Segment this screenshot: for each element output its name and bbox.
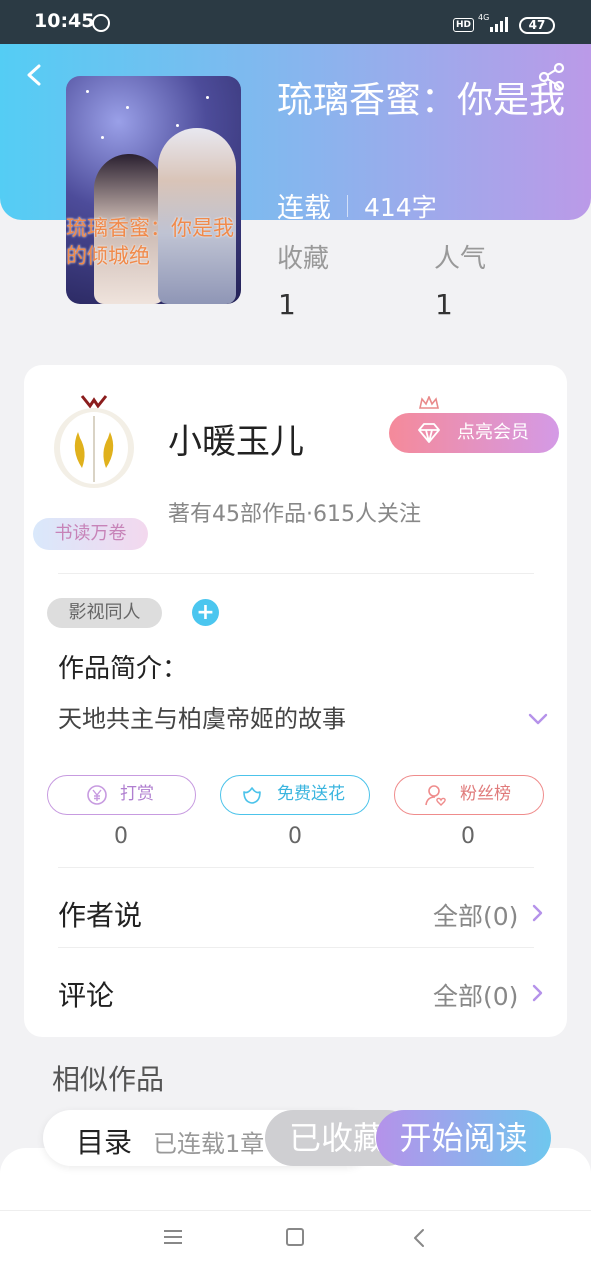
flower-icon bbox=[243, 787, 261, 804]
comments-label[interactable]: 评论 bbox=[58, 974, 114, 1014]
author-name[interactable]: 小暖玉儿 bbox=[168, 414, 304, 463]
diamond-icon bbox=[418, 423, 440, 443]
fan-count: 0 bbox=[461, 824, 475, 849]
network-type: 4G bbox=[478, 13, 490, 22]
similar-works-title: 相似作品 bbox=[52, 1063, 165, 1096]
author-says-all[interactable]: 全部(0) bbox=[433, 897, 518, 933]
favorites-value: 1 bbox=[278, 288, 296, 321]
fan-ranking-button[interactable]: 粉丝榜 bbox=[394, 775, 544, 815]
intro-label: 作品简介： bbox=[58, 654, 189, 684]
genre-tag[interactable]: 影视同人 bbox=[47, 598, 162, 628]
toc-progress: 已连载1章 bbox=[153, 1130, 265, 1158]
author-says-label[interactable]: 作者说 bbox=[58, 894, 142, 934]
battery-indicator: 47 bbox=[519, 17, 555, 34]
alarm-icon bbox=[92, 14, 110, 32]
back-arrow-icon[interactable] bbox=[24, 64, 46, 86]
send-flower-label: 免费送花 bbox=[277, 784, 345, 804]
yuan-coin-icon bbox=[87, 785, 107, 805]
vip-button-label: 点亮会员 bbox=[457, 422, 529, 443]
favorites-label: 收藏 bbox=[277, 244, 330, 274]
book-meta: 连载 414字 bbox=[277, 186, 437, 225]
chevron-right-icon[interactable] bbox=[530, 983, 544, 1003]
serial-status: 连载 bbox=[277, 193, 331, 224]
chevron-right-icon[interactable] bbox=[530, 903, 544, 923]
home-icon[interactable] bbox=[286, 1228, 304, 1246]
cover-title-text: 琉璃香蜜：你是我的倾城绝 bbox=[66, 216, 234, 268]
word-count: 414字 bbox=[364, 192, 437, 222]
chevron-down-icon[interactable] bbox=[528, 712, 548, 726]
comments-all[interactable]: 全部(0) bbox=[433, 977, 518, 1013]
flower-count: 0 bbox=[288, 824, 302, 849]
popularity-label: 人气 bbox=[434, 244, 487, 274]
intro-text: 天地共主与柏虞帝姬的故事 bbox=[58, 705, 346, 733]
toc-label[interactable]: 目录 bbox=[76, 1121, 132, 1161]
book-cover[interactable]: 琉璃香蜜：你是我的倾城绝 bbox=[66, 76, 241, 304]
menu-icon[interactable] bbox=[164, 1229, 182, 1245]
divider bbox=[58, 867, 534, 868]
popularity-value: 1 bbox=[435, 288, 453, 321]
author-avatar[interactable] bbox=[52, 392, 136, 492]
status-time: 10:45 bbox=[34, 10, 95, 32]
start-reading-button[interactable]: 开始阅读 bbox=[376, 1110, 551, 1166]
nav-back-icon[interactable] bbox=[412, 1228, 426, 1248]
send-flower-button[interactable]: 免费送花 bbox=[220, 775, 370, 815]
tip-count: 0 bbox=[114, 824, 128, 849]
divider bbox=[58, 947, 534, 948]
meta-divider bbox=[347, 194, 348, 217]
signal-icon bbox=[490, 16, 510, 32]
tip-button[interactable]: 打赏 bbox=[47, 775, 196, 815]
activate-vip-button[interactable]: 点亮会员 bbox=[389, 396, 559, 453]
crown-icon bbox=[419, 396, 439, 409]
tip-label: 打赏 bbox=[120, 784, 154, 804]
divider bbox=[58, 573, 534, 574]
book-title: 琉璃香蜜：你是我的倾… bbox=[277, 80, 567, 121]
status-bar: 10:45 HD 4G 47 bbox=[0, 0, 591, 44]
add-tag-button[interactable]: + bbox=[192, 599, 219, 626]
hd-icon: HD bbox=[453, 18, 475, 32]
user-heart-icon bbox=[425, 785, 446, 806]
fan-ranking-label: 粉丝榜 bbox=[460, 784, 511, 804]
author-stats: 著有45部作品·615人关注 bbox=[168, 502, 421, 527]
author-level-badge: 书读万卷 bbox=[33, 518, 148, 550]
